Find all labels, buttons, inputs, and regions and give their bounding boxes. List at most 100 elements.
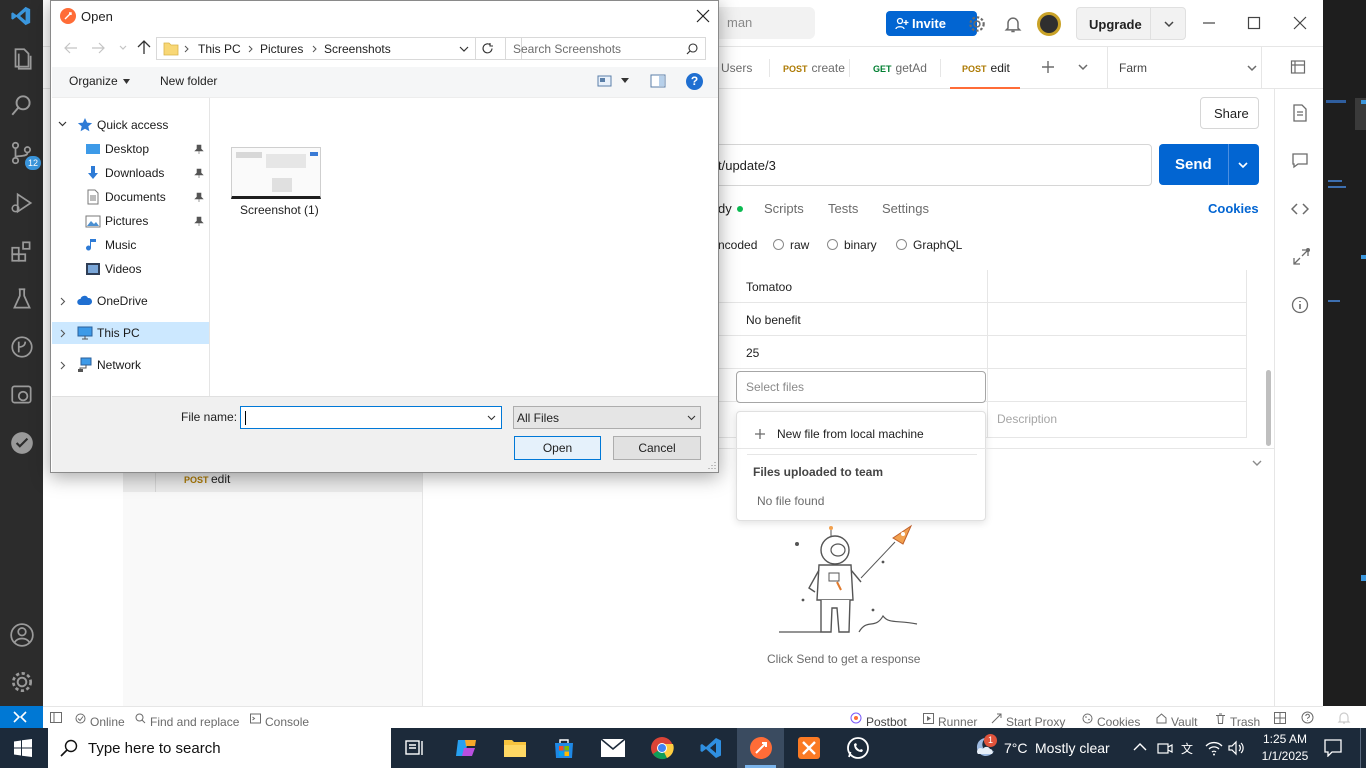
view-options-chevron-icon[interactable]	[621, 78, 629, 83]
file-explorer-icon[interactable]	[503, 737, 527, 759]
tab-users[interactable]: Users	[721, 61, 752, 75]
address-history-chevron-icon[interactable]	[459, 46, 469, 52]
preview-pane-icon[interactable]	[650, 74, 666, 88]
status-console[interactable]: Console	[250, 711, 309, 729]
weather-text[interactable]: Mostly clear	[1035, 740, 1110, 756]
breadcrumb-screenshots[interactable]: Screenshots	[324, 42, 391, 56]
chrome-icon[interactable]	[650, 736, 674, 760]
nav-desktop[interactable]: Desktop	[52, 138, 209, 160]
code-snippet-icon[interactable]	[1291, 200, 1309, 218]
tab-tests[interactable]: Tests	[828, 201, 858, 216]
copilot-icon[interactable]	[454, 736, 479, 760]
nav-videos[interactable]: Videos	[52, 258, 209, 280]
input-method-icon[interactable]: 文	[1181, 740, 1197, 756]
chevron-down-icon[interactable]	[487, 415, 496, 421]
vscode-remote-indicator[interactable]	[0, 706, 43, 728]
layout-toggle-icon[interactable]	[1274, 712, 1286, 724]
xampp-icon[interactable]	[797, 736, 821, 760]
whatsapp-icon[interactable]	[846, 736, 870, 760]
send-button[interactable]: Send	[1159, 144, 1259, 185]
minimize-icon[interactable]	[1202, 16, 1216, 30]
share-button[interactable]: Share	[1200, 97, 1259, 129]
microsoft-store-icon[interactable]	[552, 736, 576, 760]
status-trash[interactable]: Trash	[1215, 711, 1260, 729]
explorer-icon[interactable]	[9, 46, 35, 72]
nav-quick-access[interactable]: Quick access	[52, 114, 209, 136]
remote-icon[interactable]	[9, 382, 35, 408]
weather-temp[interactable]: 7°C	[1004, 740, 1028, 756]
extensions-icon[interactable]	[9, 238, 35, 264]
vscode-taskbar-icon[interactable]	[699, 736, 723, 760]
mail-icon[interactable]	[600, 738, 626, 758]
user-avatar[interactable]	[1037, 12, 1061, 36]
close-window-icon[interactable]	[1293, 16, 1307, 30]
radio-button[interactable]	[773, 239, 784, 250]
file-item[interactable]: Screenshot (1)	[229, 141, 323, 221]
testing-icon[interactable]	[9, 286, 35, 312]
close-icon[interactable]	[696, 9, 710, 23]
tab-post-edit[interactable]: POST edit	[962, 61, 1010, 75]
organize-button[interactable]: Organize	[69, 74, 130, 88]
table-row[interactable]: Tomatoo	[701, 270, 1246, 303]
taskbar-search-box[interactable]: Type here to search	[48, 728, 391, 768]
clock-time[interactable]: 1:25 AM	[1260, 732, 1310, 746]
tab-post-create[interactable]: POST create	[783, 61, 845, 75]
environment-quick-look-icon[interactable]	[1290, 59, 1306, 75]
status-online[interactable]: Online	[75, 711, 125, 729]
windows-start-icon[interactable]	[14, 739, 32, 757]
tab-settings[interactable]: Settings	[882, 201, 929, 216]
collapsed-chevron-icon[interactable]	[60, 329, 66, 338]
status-runner[interactable]: Runner	[923, 711, 977, 729]
git-graph-icon[interactable]	[9, 334, 35, 360]
body-type-urlencoded-label[interactable]: ncoded	[718, 238, 757, 252]
chevron-down-icon[interactable]	[1237, 160, 1249, 170]
account-icon[interactable]	[9, 622, 35, 648]
documentation-icon[interactable]	[1291, 104, 1309, 122]
url-input[interactable]: t/update/3	[700, 144, 1152, 186]
workspace-search[interactable]: man	[713, 7, 815, 39]
status-find-replace[interactable]: Find and replace	[135, 711, 239, 729]
status-postbot[interactable]: Postbot	[850, 711, 907, 729]
show-hidden-icons-chevron-icon[interactable]	[1133, 742, 1147, 752]
description-placeholder[interactable]: Description	[997, 412, 1057, 426]
cancel-button[interactable]: Cancel	[613, 436, 701, 460]
nav-this-pc[interactable]: This PC	[52, 322, 209, 344]
notifications-bell-icon[interactable]	[1003, 14, 1023, 34]
change-view-icon[interactable]	[597, 75, 613, 87]
task-view-icon[interactable]	[405, 738, 425, 758]
bell-icon[interactable]	[1337, 711, 1351, 725]
help-icon[interactable]	[1301, 711, 1314, 724]
nav-music[interactable]: Music	[52, 234, 209, 256]
clock-date[interactable]: 1/1/2025	[1255, 749, 1315, 763]
table-row[interactable]: 25	[701, 336, 1246, 369]
new-file-from-local-machine[interactable]: New file from local machine	[737, 422, 985, 446]
cookies-link[interactable]: Cookies	[1208, 201, 1259, 216]
tabs-overflow-chevron-icon[interactable]	[1077, 62, 1089, 72]
breadcrumb-this-pc[interactable]: This PC	[198, 42, 241, 56]
select-files-input[interactable]: Select files	[736, 371, 986, 403]
body-type-binary[interactable]: binary	[827, 238, 877, 252]
status-vault[interactable]: Vault	[1156, 711, 1197, 729]
nav-network[interactable]: Network	[52, 354, 209, 376]
body-type-graphql[interactable]: GraphQL	[896, 238, 962, 252]
help-icon[interactable]: ?	[686, 73, 703, 90]
environment-selector[interactable]: Farm	[1108, 47, 1260, 88]
meet-now-icon[interactable]	[1157, 740, 1173, 756]
upgrade-button[interactable]: Upgrade	[1076, 7, 1186, 40]
tab-scripts[interactable]: Scripts	[764, 201, 804, 216]
nav-onedrive[interactable]: OneDrive	[52, 290, 209, 312]
refresh-icon[interactable]	[481, 42, 494, 55]
sidebar-toggle-icon[interactable]	[50, 712, 62, 723]
scrollbar-thumb[interactable]	[1266, 370, 1271, 446]
settings-gear-icon[interactable]	[967, 14, 987, 34]
status-start-proxy[interactable]: Start Proxy	[991, 711, 1065, 729]
vscode-logo-icon[interactable]	[10, 5, 32, 27]
open-button[interactable]: Open	[514, 436, 601, 460]
new-folder-button[interactable]: New folder	[160, 74, 217, 88]
back-arrow-icon[interactable]	[64, 42, 78, 54]
search-box[interactable]: Search Screenshots	[505, 37, 706, 60]
collapsed-chevron-icon[interactable]	[60, 297, 66, 306]
nav-pictures[interactable]: Pictures	[52, 210, 209, 232]
response-collapse-chevron-icon[interactable]	[1251, 458, 1263, 468]
new-tab-plus-icon[interactable]	[1041, 60, 1055, 74]
